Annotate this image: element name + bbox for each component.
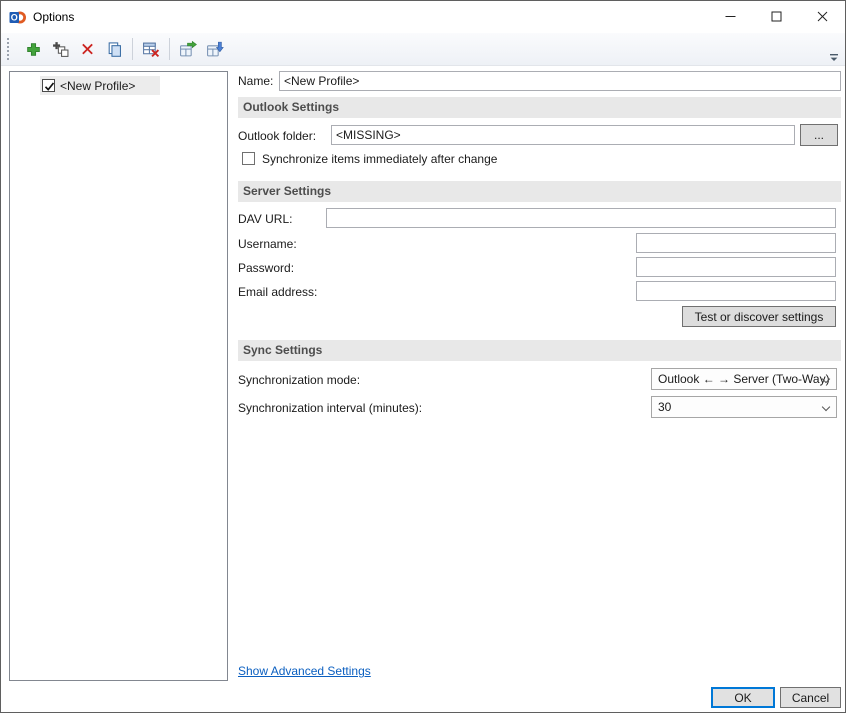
sync-mode-value: Outlook ← → Server (Two-Way)	[658, 372, 830, 386]
maximize-icon	[771, 11, 782, 22]
outlook-folder-input[interactable]	[331, 125, 795, 145]
sync-mode-select[interactable]: Outlook ← → Server (Two-Way)	[651, 368, 837, 390]
check-icon	[43, 80, 56, 93]
toolbar	[1, 33, 845, 66]
add-multiple-profiles-icon	[52, 41, 69, 58]
chevron-down-icon	[822, 403, 830, 411]
toolbar-separator	[132, 38, 133, 60]
tree-item-label: <New Profile>	[60, 79, 135, 93]
toolbar-overflow-button[interactable]	[827, 51, 841, 65]
tree-item-new-profile[interactable]: <New Profile>	[40, 76, 160, 95]
import-profiles-icon	[206, 41, 224, 58]
window-controls	[707, 1, 845, 32]
add-profile-icon	[25, 41, 42, 58]
name-input[interactable]	[279, 71, 841, 91]
toolbar-separator	[169, 38, 170, 60]
delete-profile-button[interactable]	[75, 37, 99, 61]
password-input[interactable]	[636, 257, 836, 277]
cancel-button[interactable]: Cancel	[780, 687, 841, 708]
profile-checkbox[interactable]	[42, 79, 55, 92]
sync-interval-select[interactable]: 30	[651, 396, 837, 418]
show-advanced-settings-link[interactable]: Show Advanced Settings	[238, 664, 371, 678]
outlook-folder-label: Outlook folder:	[238, 129, 316, 144]
sync-interval-label: Synchronization interval (minutes):	[238, 401, 422, 416]
email-address-label: Email address:	[238, 285, 317, 300]
profiles-tree: <New Profile>	[9, 71, 228, 681]
sync-mode-label: Synchronization mode:	[238, 373, 360, 388]
dav-url-label: DAV URL:	[238, 212, 292, 227]
close-icon	[817, 11, 828, 22]
export-profiles-icon	[179, 41, 197, 58]
username-input[interactable]	[636, 233, 836, 253]
test-discover-button[interactable]: Test or discover settings	[682, 306, 836, 327]
name-label: Name:	[238, 74, 273, 89]
app-icon: O	[9, 9, 26, 26]
titlebar: O Options	[1, 1, 845, 33]
delete-profile-icon	[79, 41, 96, 58]
server-settings-header: Server Settings	[238, 181, 841, 202]
outlook-settings-header: Outlook Settings	[238, 97, 841, 118]
add-multiple-profiles-button[interactable]	[48, 37, 72, 61]
svg-text:O: O	[11, 13, 18, 23]
username-label: Username:	[238, 237, 297, 252]
clear-cache-icon	[142, 41, 160, 58]
copy-profile-icon	[106, 41, 123, 58]
ok-button[interactable]: OK	[711, 687, 775, 708]
clear-cache-button[interactable]	[139, 37, 163, 61]
sync-immediately-checkbox[interactable]	[242, 152, 255, 165]
toolbar-overflow-icon	[829, 53, 839, 63]
window-title: Options	[33, 1, 74, 33]
import-profiles-button[interactable]	[203, 37, 227, 61]
email-address-input[interactable]	[636, 281, 836, 301]
sync-settings-header: Sync Settings	[238, 340, 841, 361]
sync-immediately-label: Synchronize items immediately after chan…	[262, 152, 497, 167]
copy-profile-button[interactable]	[102, 37, 126, 61]
password-label: Password:	[238, 261, 294, 276]
dav-url-input[interactable]	[326, 208, 836, 228]
add-profile-button[interactable]	[21, 37, 45, 61]
minimize-button[interactable]	[707, 1, 753, 32]
toolbar-grip[interactable]	[7, 38, 14, 60]
minimize-icon	[725, 11, 736, 22]
browse-folder-button[interactable]: ...	[800, 124, 838, 146]
options-window: O Options	[0, 0, 846, 713]
maximize-button[interactable]	[753, 1, 799, 32]
sync-interval-value: 30	[658, 400, 671, 414]
close-button[interactable]	[799, 1, 845, 32]
export-profiles-button[interactable]	[176, 37, 200, 61]
